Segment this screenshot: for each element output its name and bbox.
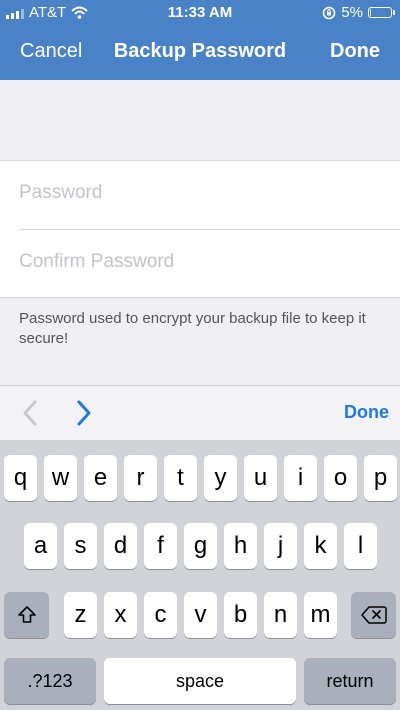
return-key[interactable]: return bbox=[304, 658, 396, 704]
space-key[interactable]: space bbox=[104, 658, 296, 704]
confirm-password-input[interactable] bbox=[19, 251, 379, 273]
key-g[interactable]: g bbox=[184, 523, 217, 569]
key-j[interactable]: j bbox=[264, 523, 297, 569]
key-u[interactable]: u bbox=[244, 455, 277, 501]
key-t[interactable]: t bbox=[164, 455, 197, 501]
done-button[interactable]: Done bbox=[330, 40, 380, 63]
battery-percent: 5% bbox=[341, 4, 363, 21]
status-bar: AT&T 11:33 AM 5% bbox=[0, 0, 400, 26]
battery-level bbox=[370, 9, 371, 16]
key-o[interactable]: o bbox=[324, 455, 357, 501]
key-p[interactable]: p bbox=[364, 455, 397, 501]
key-n[interactable]: n bbox=[264, 592, 297, 638]
numbers-key[interactable]: .?123 bbox=[4, 658, 96, 704]
battery-icon bbox=[368, 7, 395, 18]
keyboard-row-2: a s d f g h j k l bbox=[0, 523, 400, 569]
backspace-icon bbox=[360, 606, 387, 624]
password-form bbox=[0, 160, 400, 298]
key-c[interactable]: c bbox=[144, 592, 177, 638]
key-e[interactable]: e bbox=[84, 455, 117, 501]
help-text: Password used to encrypt your backup fil… bbox=[19, 310, 366, 347]
password-input[interactable] bbox=[19, 182, 379, 204]
shift-key[interactable] bbox=[4, 592, 49, 638]
next-field-icon[interactable] bbox=[72, 398, 96, 428]
navigation-bar: Cancel Backup Password Done bbox=[0, 26, 400, 80]
keyboard-row-1: q w e r t y u i o p bbox=[0, 455, 400, 501]
keyboard-accessory-bar: Done bbox=[0, 385, 400, 440]
delete-key[interactable] bbox=[351, 592, 396, 638]
key-f[interactable]: f bbox=[144, 523, 177, 569]
key-q[interactable]: q bbox=[4, 455, 37, 501]
cancel-button[interactable]: Cancel bbox=[20, 40, 82, 63]
key-r[interactable]: r bbox=[124, 455, 157, 501]
key-k[interactable]: k bbox=[304, 523, 337, 569]
key-i[interactable]: i bbox=[284, 455, 317, 501]
keyboard-row-4: .?123 space return bbox=[0, 658, 400, 704]
key-l[interactable]: l bbox=[344, 523, 377, 569]
key-z[interactable]: z bbox=[64, 592, 97, 638]
key-w[interactable]: w bbox=[44, 455, 77, 501]
app-header: AT&T 11:33 AM 5% Cancel Backup Password … bbox=[0, 0, 400, 80]
orientation-lock-icon bbox=[323, 6, 336, 19]
previous-field-icon[interactable] bbox=[18, 398, 42, 428]
accessory-done-button[interactable]: Done bbox=[344, 402, 389, 423]
key-v[interactable]: v bbox=[184, 592, 217, 638]
key-a[interactable]: a bbox=[24, 523, 57, 569]
keyboard: q w e r t y u i o p a s d f g h j k l z … bbox=[0, 440, 400, 710]
password-row bbox=[0, 161, 400, 230]
key-h[interactable]: h bbox=[224, 523, 257, 569]
key-b[interactable]: b bbox=[224, 592, 257, 638]
keyboard-row-3: z x c v b n m bbox=[0, 592, 400, 638]
key-s[interactable]: s bbox=[64, 523, 97, 569]
key-y[interactable]: y bbox=[204, 455, 237, 501]
shift-icon bbox=[17, 606, 36, 623]
key-m[interactable]: m bbox=[304, 592, 337, 638]
key-x[interactable]: x bbox=[104, 592, 137, 638]
key-d[interactable]: d bbox=[104, 523, 137, 569]
status-right: 5% bbox=[322, 4, 395, 21]
confirm-password-row bbox=[0, 230, 400, 298]
